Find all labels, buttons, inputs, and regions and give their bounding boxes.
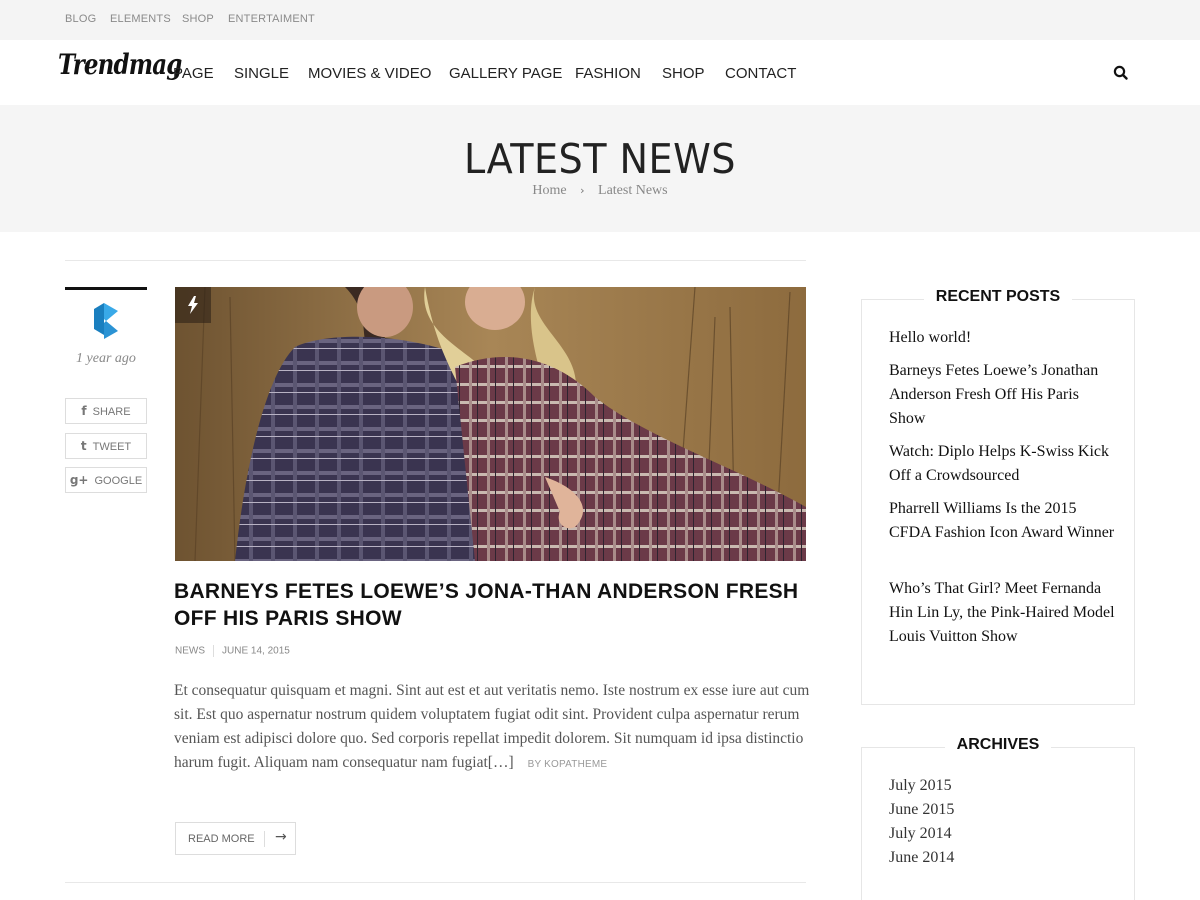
divider xyxy=(213,645,214,657)
nav-item-contact[interactable]: CONTACT xyxy=(725,65,796,82)
divider xyxy=(65,882,806,883)
recent-post-link[interactable]: Hello world! xyxy=(889,326,1119,350)
page-header: LATEST NEWS Home › Latest News xyxy=(0,105,1200,232)
post-time-ago: 1 year ago xyxy=(76,351,136,366)
topbar-link-blog[interactable]: BLOG xyxy=(65,13,96,25)
nav-item-page[interactable]: PAGE xyxy=(173,65,214,82)
nav-item-movies-video[interactable]: MOVIES & VIDEO xyxy=(308,65,431,82)
site-logo[interactable]: Trendmag xyxy=(58,48,182,81)
google-share-button[interactable]: g+ GOOGLE xyxy=(65,467,147,493)
archive-link[interactable]: July 2014 xyxy=(889,825,952,843)
recent-post-link[interactable]: Pharrell Williams Is the 2015 CFDA Fashi… xyxy=(889,497,1119,545)
breadcrumb-current: Latest News xyxy=(598,183,668,198)
tweet-label: TWEET xyxy=(92,441,132,453)
widget-title: ARCHIVES xyxy=(862,736,1134,754)
widget-title: RECENT POSTS xyxy=(862,288,1134,306)
twitter-share-button[interactable]: t TWEET xyxy=(65,433,147,459)
post-title[interactable]: BARNEYS FETES LOEWE’S JONA-THAN ANDERSON… xyxy=(174,578,814,632)
read-more-label: READ MORE xyxy=(188,833,255,845)
nav-item-single[interactable]: SINGLE xyxy=(234,65,289,82)
lightning-icon xyxy=(175,287,211,323)
recent-posts-title: RECENT POSTS xyxy=(923,288,1073,305)
archive-link[interactable]: July 2015 xyxy=(889,777,952,795)
breadcrumb: Home › Latest News xyxy=(0,183,1200,199)
post-author[interactable]: BY KOPATHEME xyxy=(528,759,608,770)
post-meta: NEWS JUNE 14, 2015 xyxy=(175,645,290,657)
top-utility-bar: BLOG ELEMENTS SHOP ENTERTAIMENT xyxy=(0,0,1200,40)
archives-widget: ARCHIVES July 2015 June 2015 July 2014 J… xyxy=(861,736,1135,900)
divider xyxy=(65,260,806,261)
divider xyxy=(65,287,147,290)
search-icon[interactable] xyxy=(1112,64,1130,82)
post-category[interactable]: NEWS xyxy=(175,646,205,657)
archive-link[interactable]: June 2015 xyxy=(889,801,954,819)
topbar-link-shop[interactable]: SHOP xyxy=(182,13,214,25)
nav-item-fashion[interactable]: FASHION xyxy=(575,65,641,82)
nav-item-gallery-page[interactable]: GALLERY PAGE xyxy=(449,65,562,82)
excerpt-text: Et consequatur quisquam et magni. Sint a… xyxy=(174,682,810,771)
recent-post-link[interactable]: Watch: Diplo Helps K-Swiss Kick Off a Cr… xyxy=(889,440,1119,488)
recent-post-link[interactable]: Barneys Fetes Loewe’s Jonathan Anderson … xyxy=(889,359,1119,431)
chevron-right-icon: › xyxy=(580,184,585,197)
facebook-icon: f xyxy=(81,404,87,418)
page-title: LATEST NEWS xyxy=(464,135,736,183)
google-plus-icon: g+ xyxy=(69,473,89,487)
breadcrumb-home[interactable]: Home xyxy=(532,183,566,198)
recent-post-link[interactable]: Who’s That Girl? Meet Fernanda Hin Lin L… xyxy=(889,577,1119,649)
author-logo-icon[interactable] xyxy=(92,301,120,341)
read-more-button[interactable]: READ MORE → xyxy=(175,822,296,855)
arrow-right-icon: → xyxy=(275,829,287,845)
twitter-icon: t xyxy=(80,439,87,453)
share-label: SHARE xyxy=(92,406,131,418)
divider xyxy=(264,831,265,847)
post-date: JUNE 14, 2015 xyxy=(222,645,290,657)
site-header: Trendmag PAGE SINGLE MOVIES & VIDEO GALL… xyxy=(0,40,1200,105)
archives-title: ARCHIVES xyxy=(944,736,1052,753)
featured-image[interactable] xyxy=(175,287,806,561)
archive-link[interactable]: June 2014 xyxy=(889,849,954,867)
facebook-share-button[interactable]: f SHARE xyxy=(65,398,147,424)
post-meta-column: 1 year ago f SHARE t TWEET g+ GOOGLE xyxy=(65,287,147,493)
topbar-link-elements[interactable]: ELEMENTS xyxy=(110,13,171,25)
post-excerpt: Et consequatur quisquam et magni. Sint a… xyxy=(174,679,810,777)
nav-item-shop[interactable]: SHOP xyxy=(662,65,705,82)
google-label: GOOGLE xyxy=(94,475,143,487)
topbar-link-entertainment[interactable]: ENTERTAIMENT xyxy=(228,13,315,25)
recent-posts-widget: RECENT POSTS Hello world! Barneys Fetes … xyxy=(861,288,1135,705)
